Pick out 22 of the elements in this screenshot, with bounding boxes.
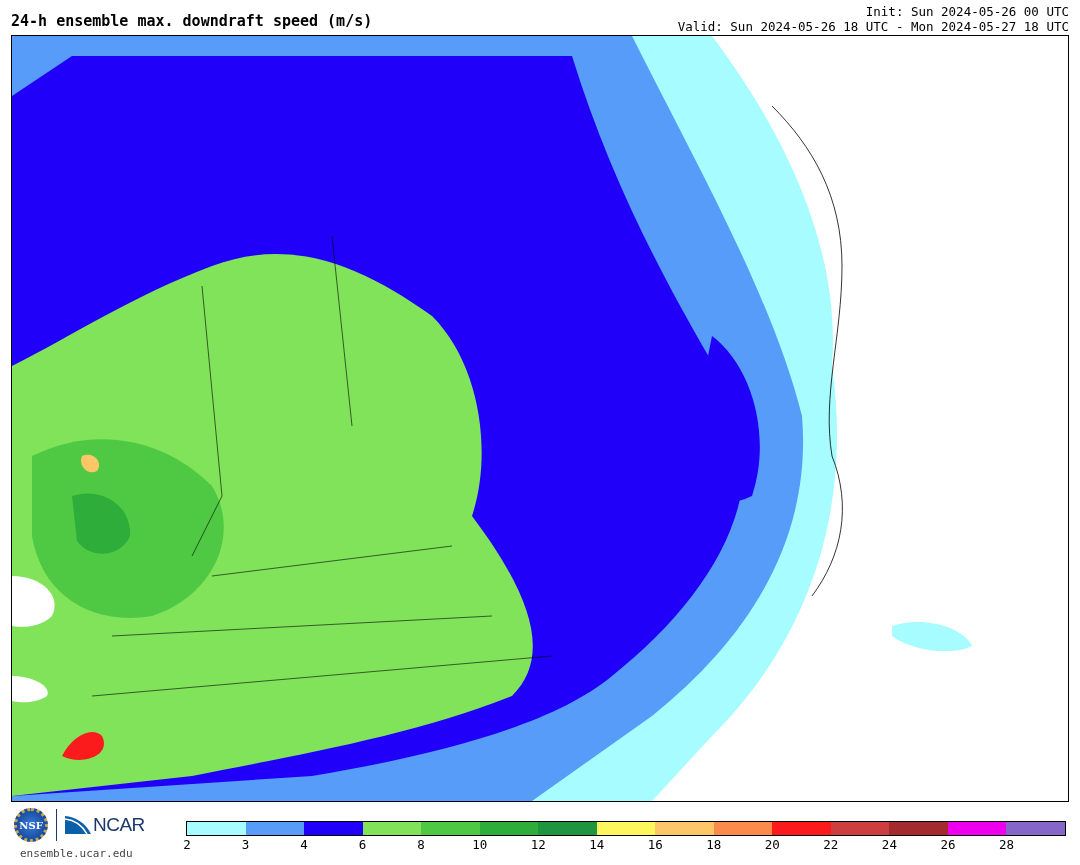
tick-label: 22 <box>823 836 839 854</box>
tick-label: 28 <box>998 836 1014 854</box>
tick-label: 16 <box>647 836 663 854</box>
valid-time: Valid: Sun 2024-05-26 18 UTC - Mon 2024-05-27 18 UTC <box>677 19 1069 34</box>
tick-label: 3 <box>241 836 250 854</box>
tick-label: 26 <box>940 836 956 854</box>
url-text: ensemble.ucar.edu <box>19 847 133 860</box>
tick-label: 8 <box>417 836 425 854</box>
chart-title: 24-h ensemble max. downdraft speed (m/s) <box>11 12 373 32</box>
tick-label: 12 <box>530 836 546 854</box>
tick-label: 14 <box>589 836 605 854</box>
tick-label: 24 <box>881 836 897 854</box>
seal-logo: NSF <box>14 808 48 842</box>
tick-label: 10 <box>472 836 488 854</box>
tick-label: 6 <box>358 836 367 854</box>
tick-label: 18 <box>706 836 722 854</box>
init-time: Init: Sun 2024-05-26 00 UTC <box>865 4 1069 19</box>
tick-label: 2 <box>183 836 191 854</box>
tick-label: 4 <box>300 836 308 854</box>
logo-text: NCAR <box>93 814 145 836</box>
tick-label: 20 <box>764 836 780 854</box>
swoosh-icon <box>65 816 91 834</box>
